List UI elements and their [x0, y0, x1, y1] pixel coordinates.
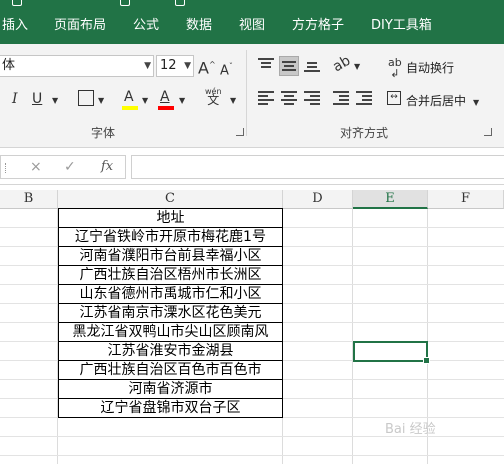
font-color-button[interactable]: A — [160, 89, 170, 105]
font-name-select[interactable]: 体 ▼ — [0, 55, 154, 77]
formula-input[interactable] — [131, 155, 504, 179]
chevron-down-icon: ▼ — [184, 61, 191, 71]
tab-diy-toolbox[interactable]: DIY工具箱 — [371, 18, 432, 34]
font-group-label: 字体 — [91, 126, 116, 140]
alignment-group-label: 对齐方式 — [340, 126, 389, 140]
underline-button[interactable]: U — [32, 91, 42, 107]
table-header-cell[interactable]: 地址 — [58, 208, 283, 228]
column-header-b[interactable]: B — [0, 190, 58, 209]
font-color-icon: A — [160, 89, 170, 105]
tab-view[interactable]: 视图 — [239, 18, 265, 34]
shrink-font-button[interactable]: Aˇ — [220, 59, 233, 79]
gridline — [352, 209, 353, 464]
column-header-c[interactable]: C — [58, 190, 283, 209]
shrink-font-label: A — [220, 63, 229, 79]
font-size-select[interactable]: 12 ▼ — [156, 55, 194, 77]
enter-icon[interactable]: ✓ — [64, 159, 76, 175]
align-right-icon[interactable] — [304, 91, 320, 105]
align-left-icon[interactable] — [258, 91, 274, 105]
quick-access-icon[interactable] — [175, 0, 185, 6]
merge-center-button[interactable]: 合并后居中 — [406, 92, 466, 109]
tab-insert[interactable]: 插入 — [2, 18, 28, 34]
table-row[interactable]: 辽宁省盘锦市双台子区 — [58, 399, 283, 418]
insert-function-icon[interactable]: fx — [101, 159, 113, 174]
column-header-e[interactable]: E — [353, 190, 428, 209]
active-cell-e[interactable] — [353, 341, 430, 364]
tab-page-layout[interactable]: 页面布局 — [54, 18, 106, 34]
table-row[interactable]: 江苏省南京市溧水区花色美元 — [58, 304, 283, 323]
chevron-down-icon[interactable]: ▼ — [473, 95, 479, 111]
title-bar — [0, 0, 504, 7]
fill-color-button[interactable]: A — [124, 89, 134, 105]
font-dialog-launcher-icon[interactable] — [236, 128, 244, 136]
italic-button[interactable]: I — [12, 91, 18, 107]
chevron-down-icon[interactable]: ▼ — [98, 93, 104, 109]
align-middle-icon[interactable] — [279, 56, 299, 76]
fill-color-swatch — [122, 106, 138, 110]
ribbon-home: 体 ▼ 12 ▼ A^ Aˇ I U ▼ ▼ A ▼ A ▼ wén 文 ▼ 字体… — [0, 44, 504, 148]
merge-center-icon[interactable]: ↔ — [387, 91, 401, 105]
grow-font-button[interactable]: A^ — [198, 57, 216, 76]
wrap-text-button[interactable]: 自动换行 — [406, 59, 454, 76]
phonetic-button[interactable]: wén 文 — [205, 87, 222, 106]
chevron-down-icon[interactable]: ▼ — [230, 93, 236, 109]
quick-access-icon[interactable] — [12, 0, 22, 6]
chevron-down-icon: ▼ — [144, 61, 151, 71]
orientation-icon[interactable]: ab — [330, 53, 353, 76]
group-separator — [246, 50, 247, 136]
align-center-icon[interactable] — [281, 91, 297, 105]
chevron-down-icon[interactable]: ▼ — [179, 93, 185, 109]
font-name-value: 体 — [2, 58, 16, 73]
chevron-down-icon[interactable]: ▼ — [354, 59, 360, 75]
table-row[interactable]: 辽宁省铁岭市开原市梅花鹿1号 — [58, 228, 283, 247]
tab-fangfang[interactable]: 方方格子 — [292, 18, 344, 34]
ribbon-tabs: 插入 页面布局 公式 数据 视图 方方格子 DIY工具箱 — [0, 7, 504, 44]
table-row[interactable]: 河南省濮阳市台前县幸福小区 — [58, 247, 283, 266]
align-top-icon[interactable] — [258, 58, 274, 72]
wrap-text-icon[interactable]: ab ↲ — [388, 57, 402, 79]
gridline — [0, 455, 504, 456]
save-icon[interactable] — [120, 0, 130, 6]
alignment-dialog-launcher-icon[interactable] — [484, 128, 492, 136]
borders-icon[interactable] — [78, 90, 94, 106]
chevron-down-icon[interactable]: ▼ — [142, 93, 148, 109]
tab-data[interactable]: 数据 — [186, 18, 212, 34]
increase-indent-icon[interactable] — [356, 91, 372, 105]
column-header-f[interactable]: F — [428, 190, 504, 209]
table-row[interactable]: 黑龙江省双鸭山市尖山区顾南风 — [58, 323, 283, 342]
cancel-icon[interactable]: × — [30, 159, 42, 175]
tab-formulas[interactable]: 公式 — [133, 18, 159, 34]
table-row[interactable]: 山东省德州市禹城市仁和小区 — [58, 285, 283, 304]
fill-color-icon: A — [124, 89, 134, 105]
decrease-indent-icon[interactable] — [333, 91, 349, 105]
column-header-d[interactable]: D — [283, 190, 353, 209]
divider — [5, 163, 7, 173]
grow-font-label: A — [198, 58, 209, 78]
table-row[interactable]: 广西壮族自治区百色市百色市 — [58, 361, 283, 380]
chevron-down-icon[interactable]: ▼ — [52, 93, 58, 109]
font-size-value: 12 — [160, 58, 177, 73]
formula-bar: × ✓ fx — [0, 149, 504, 185]
watermark: Bai 经验 — [385, 422, 436, 437]
table-row[interactable]: 广西壮族自治区梧州市长洲区 — [58, 266, 283, 285]
table-row[interactable]: 江苏省淮安市金湖县 — [58, 342, 283, 361]
align-bottom-icon[interactable] — [304, 62, 320, 76]
table-row[interactable]: 河南省济源市 — [58, 380, 283, 399]
font-color-swatch — [158, 106, 174, 110]
